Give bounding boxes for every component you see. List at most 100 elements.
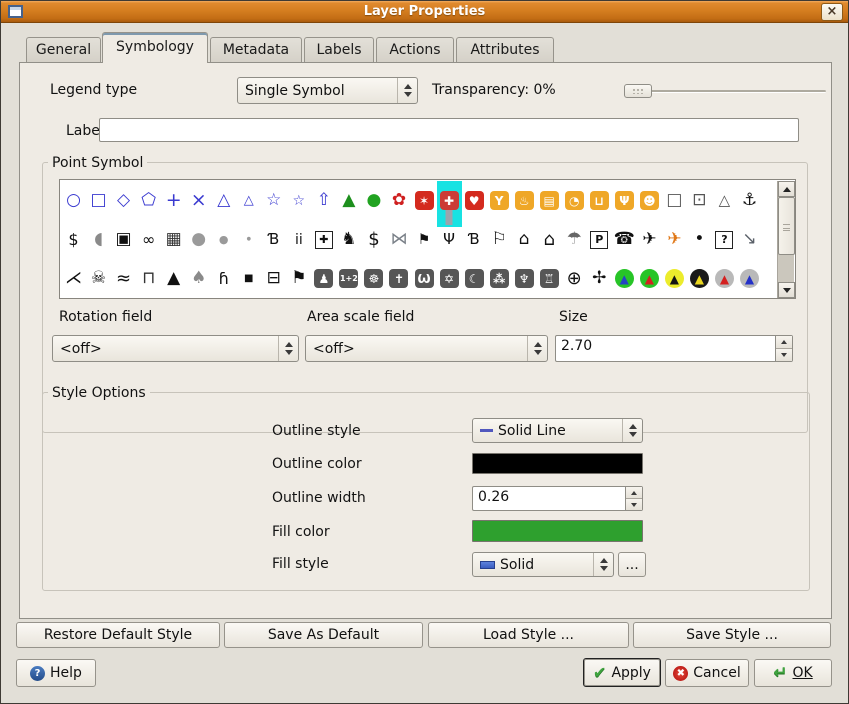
fill-style-combo[interactable]: Solid xyxy=(472,552,614,577)
slider-handle[interactable] xyxy=(624,84,652,98)
tab-general[interactable]: General xyxy=(26,37,101,62)
symbol-bar[interactable]: Y xyxy=(487,181,512,220)
symbol-deciduous-tree[interactable]: ● xyxy=(361,181,386,220)
symbol-worship[interactable]: ♟ xyxy=(311,259,336,298)
symbol-flower[interactable]: ✿ xyxy=(386,181,411,220)
symbol-parking[interactable]: P xyxy=(587,220,612,259)
symbol-skier[interactable]: ⋌ xyxy=(61,259,86,298)
symbol-community[interactable]: ⁂ xyxy=(487,259,512,298)
outline-style-combo[interactable]: Solid Line xyxy=(472,418,643,443)
label-input[interactable] xyxy=(99,118,799,142)
symbol-meat[interactable]: ◖ xyxy=(86,220,111,259)
symbol-fish[interactable]: ⋈ xyxy=(386,220,411,259)
symbol-pizzaria[interactable]: ◔ xyxy=(562,181,587,220)
symbol-scrollbar[interactable] xyxy=(777,181,794,298)
symbol-fuel[interactable]: Ɓ xyxy=(261,220,286,259)
save-style-button[interactable]: Save Style ... xyxy=(633,622,831,648)
scrollbar-thumb[interactable] xyxy=(778,197,795,255)
symbol-anchor[interactable]: ⚓ xyxy=(737,181,762,220)
symbol-golf[interactable]: ⚐ xyxy=(487,220,512,259)
titlebar[interactable]: Layer Properties × xyxy=(1,1,848,23)
restore-default-style-button[interactable]: Restore Default Style xyxy=(16,622,220,648)
symbol-pentagon[interactable]: ⬠ xyxy=(136,181,161,220)
symbol-crescent-moon[interactable]: ☾ xyxy=(462,259,487,298)
symbol-circle[interactable]: ○ xyxy=(61,181,86,220)
help-button[interactable]: ? Help xyxy=(16,659,96,687)
symbol-rectangle[interactable]: □ xyxy=(86,181,111,220)
symbol-airport-orange[interactable]: ✈ xyxy=(662,220,687,259)
scroll-down-icon[interactable] xyxy=(778,282,795,298)
symbol-dot-square[interactable]: ⊡ xyxy=(687,181,712,220)
symbol-hiker[interactable]: ɦ xyxy=(211,259,236,298)
symbol-triangle[interactable]: △ xyxy=(211,181,236,220)
symbol-runway[interactable]: ↘ xyxy=(737,220,762,259)
symbol-shelter[interactable]: ⌂ xyxy=(512,220,537,259)
symbol-fuel-2[interactable]: Ɓ xyxy=(462,220,487,259)
symbol-hot-air-balloon[interactable]: ☂ xyxy=(562,220,587,259)
symbol-regular-star[interactable]: ☆ xyxy=(286,181,311,220)
size-spinbox[interactable]: 2.70 xyxy=(555,335,793,362)
symbol-house[interactable]: ⌂ xyxy=(537,220,562,259)
symbol-christian-cross[interactable]: ✝ xyxy=(386,259,411,298)
symbol-empty-square[interactable]: □ xyxy=(662,181,687,220)
symbol-fire[interactable]: ✶ xyxy=(412,181,437,220)
symbol-diamond[interactable]: ◇ xyxy=(111,181,136,220)
symbol-equilateral-triangle[interactable]: △ xyxy=(236,181,261,220)
symbol-dharma-wheel[interactable]: ☸ xyxy=(361,259,386,298)
outline-width-spin-buttons[interactable] xyxy=(625,487,642,510)
transparency-slider[interactable] xyxy=(624,83,826,99)
symbol-camera[interactable]: ▣ xyxy=(111,220,136,259)
save-as-default-button[interactable]: Save As Default xyxy=(224,622,423,648)
symbol-cross[interactable]: + xyxy=(161,181,186,220)
symbol-gray-tree[interactable]: ♠ xyxy=(186,259,211,298)
load-style-button[interactable]: Load Style ... xyxy=(428,622,629,648)
symbol-dollar[interactable]: $ xyxy=(61,220,86,259)
symbol-information[interactable]: ? xyxy=(712,220,737,259)
symbol-amusement-park[interactable]: ♥ xyxy=(462,181,487,220)
symbol-car[interactable]: ∞ xyxy=(136,220,161,259)
symbol-pine-tree[interactable]: ▲ xyxy=(336,181,361,220)
rotation-field-combo[interactable]: <off> xyxy=(52,335,299,362)
symbol-arrow-blue-on-green[interactable]: ▲ xyxy=(612,259,637,298)
symbol-point[interactable]: • xyxy=(687,220,712,259)
symbol-tv-tower[interactable]: ⊟ xyxy=(261,259,286,298)
symbol-people[interactable]: ii xyxy=(286,220,311,259)
symbol-building[interactable]: ▦ xyxy=(161,220,186,259)
tab-actions[interactable]: Actions xyxy=(376,37,454,62)
symbol-open-triangle[interactable]: △ xyxy=(712,181,737,220)
symbol-circle-medium[interactable]: ● xyxy=(211,220,236,259)
symbol-school[interactable]: 1+2 xyxy=(336,259,361,298)
symbol-pub[interactable]: ⊔ xyxy=(587,181,612,220)
symbol-circle-large[interactable]: ● xyxy=(186,220,211,259)
symbol-cross2[interactable]: × xyxy=(186,181,211,220)
symbol-coffee-shop[interactable]: ♨ xyxy=(512,181,537,220)
outline-color-swatch[interactable] xyxy=(472,453,643,474)
close-icon[interactable]: × xyxy=(821,3,843,21)
ok-button[interactable]: ↵ OK xyxy=(754,659,832,687)
symbol-star-open[interactable]: ☆ xyxy=(261,181,286,220)
symbol-smiles[interactable]: ☻ xyxy=(637,181,662,220)
apply-button[interactable]: ✔ Apply xyxy=(583,658,661,687)
symbol-compass[interactable]: ⊕ xyxy=(562,259,587,298)
symbol-khanda[interactable]: ♆ xyxy=(512,259,537,298)
symbol-swimmer[interactable]: ≈ xyxy=(111,259,136,298)
symbol-flag-small[interactable]: ⚑ xyxy=(412,220,437,259)
symbol-hospital[interactable]: ✚ xyxy=(437,181,462,220)
symbol-tipi[interactable]: ▲ xyxy=(161,259,186,298)
fill-color-swatch[interactable] xyxy=(472,520,643,542)
size-spin-buttons[interactable] xyxy=(775,336,792,361)
symbol-first-aid[interactable]: ✚ xyxy=(311,220,336,259)
symbol-airport[interactable]: ✈ xyxy=(637,220,662,259)
tab-labels[interactable]: Labels xyxy=(304,37,374,62)
symbol-north-arrow[interactable]: ✢ xyxy=(587,259,612,298)
symbol-cutlery[interactable]: Ψ xyxy=(437,220,462,259)
tab-symbology[interactable]: Symbology xyxy=(102,32,208,63)
symbol-picnic-table[interactable]: ⊓ xyxy=(136,259,161,298)
symbol-flag[interactable]: ⚑ xyxy=(286,259,311,298)
symbol-arrow-red-on-gray[interactable]: ▲ xyxy=(712,259,737,298)
tab-metadata[interactable]: Metadata xyxy=(210,37,302,62)
symbol-star-of-david[interactable]: ✡ xyxy=(437,259,462,298)
symbol-museum-bank[interactable]: ♖ xyxy=(537,259,562,298)
symbol-arrow-red-on-green[interactable]: ▲ xyxy=(637,259,662,298)
symbol-small-square[interactable]: ■ xyxy=(236,259,261,298)
